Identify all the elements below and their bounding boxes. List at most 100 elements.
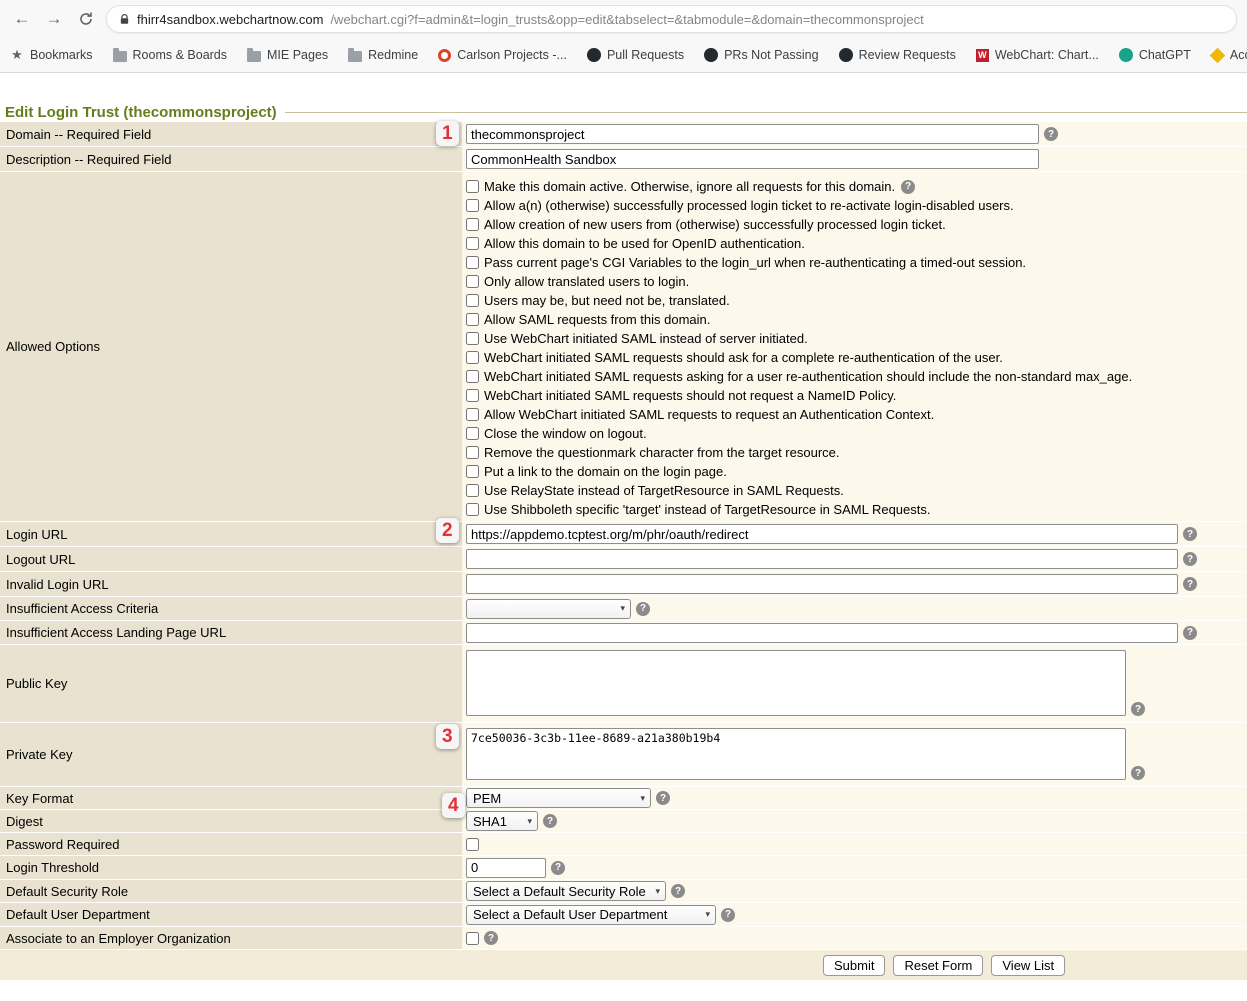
allowed-option-checkbox[interactable] [466, 218, 479, 231]
allowed-option-checkbox[interactable] [466, 237, 479, 250]
view-list-button[interactable]: View List [991, 955, 1065, 976]
field-label-domain: Domain -- Required Field [0, 122, 462, 147]
bookmark-item[interactable]: Pull Requests [587, 48, 684, 62]
help-icon[interactable] [1183, 552, 1197, 566]
bookmark-item[interactable]: Bookmarks [10, 48, 93, 62]
insufficient-access-landing-input[interactable] [466, 623, 1178, 643]
help-icon[interactable] [636, 602, 650, 616]
login-trust-form: Domain -- Required Field Description -- … [0, 122, 1247, 981]
default-user-department-select[interactable]: Select a Default User Department [466, 905, 716, 925]
private-key-textarea[interactable]: 7ce50036-3c3b-11ee-8689-a21a380b19b4 [466, 728, 1126, 780]
allowed-option-checkbox[interactable] [466, 351, 479, 364]
folder-icon [247, 51, 261, 62]
form-row-default-user-department: Default User Department Select a Default… [0, 903, 1247, 927]
bookmark-item[interactable]: Rooms & Boards [113, 48, 227, 62]
form-row-insufficient-access-criteria: Insufficient Access Criteria [0, 597, 1247, 621]
help-icon[interactable] [721, 908, 735, 922]
key-format-select[interactable]: PEM [466, 788, 651, 808]
default-user-department-value: Select a Default User Department [473, 907, 667, 922]
help-icon[interactable] [1183, 577, 1197, 591]
field-label-allowed-options: Allowed Options [0, 172, 462, 522]
allowed-option-checkbox[interactable] [466, 294, 479, 307]
login-url-input[interactable] [466, 524, 1178, 544]
browser-toolbar: fhirr4sandbox.webchartnow.com/webchart.c… [0, 0, 1247, 38]
help-icon[interactable] [551, 861, 565, 875]
bookmark-item[interactable]: Acc [1211, 48, 1247, 62]
bookmark-label: Acc [1230, 48, 1247, 62]
allowed-option-label: Allow SAML requests from this domain. [484, 312, 710, 327]
login-threshold-input[interactable] [466, 858, 546, 878]
annotation-marker-1: 1 [436, 121, 459, 146]
allowed-option-checkbox[interactable] [466, 180, 479, 193]
forward-icon[interactable] [42, 6, 66, 32]
bookmark-item[interactable]: Carlson Projects -... [438, 48, 567, 62]
public-key-textarea[interactable] [466, 650, 1126, 716]
allowed-option-checkbox[interactable] [466, 275, 479, 288]
annotation-marker-3: 3 [436, 724, 459, 749]
allowed-option-label: WebChart initiated SAML requests should … [484, 350, 1003, 365]
default-security-role-select[interactable]: Select a Default Security Role [466, 881, 666, 901]
bookmark-label: WebChart: Chart... [995, 48, 1099, 62]
field-label-invalid-login-url: Invalid Login URL [0, 572, 462, 597]
help-icon[interactable] [484, 931, 498, 945]
allowed-option-checkbox[interactable] [466, 370, 479, 383]
allowed-option: Use RelayState instead of TargetResource… [466, 481, 1247, 500]
allowed-option-checkbox[interactable] [466, 332, 479, 345]
help-icon[interactable] [543, 814, 557, 828]
bookmark-label: Redmine [368, 48, 418, 62]
chatgpt-icon [1119, 48, 1133, 62]
invalid-login-url-input[interactable] [466, 574, 1178, 594]
allowed-option-checkbox[interactable] [466, 199, 479, 212]
help-icon[interactable] [901, 180, 915, 194]
bookmark-item[interactable]: PRs Not Passing [704, 48, 818, 62]
help-icon[interactable] [1044, 127, 1058, 141]
allowed-option-checkbox[interactable] [466, 389, 479, 402]
bookmark-item[interactable]: MIE Pages [247, 48, 328, 62]
help-icon[interactable] [1131, 702, 1145, 716]
bookmark-item[interactable]: ChatGPT [1119, 48, 1191, 62]
reset-form-button[interactable]: Reset Form [893, 955, 983, 976]
bookmark-label: Pull Requests [607, 48, 684, 62]
submit-button[interactable]: Submit [823, 955, 885, 976]
back-icon[interactable] [10, 6, 34, 32]
digest-select[interactable]: SHA1 [466, 811, 538, 831]
allowed-option-checkbox[interactable] [466, 446, 479, 459]
bookmark-item[interactable]: WebChart: Chart... [976, 48, 1099, 62]
logout-url-input[interactable] [466, 549, 1178, 569]
allowed-option-checkbox[interactable] [466, 503, 479, 516]
address-bar[interactable]: fhirr4sandbox.webchartnow.com/webchart.c… [106, 5, 1237, 33]
allowed-option-label: Remove the questionmark character from t… [484, 445, 840, 460]
form-row-password-required: Password Required [0, 833, 1247, 856]
allowed-option-label: Allow this domain to be used for OpenID … [484, 236, 805, 251]
field-label-description: Description -- Required Field [0, 147, 462, 172]
help-icon[interactable] [656, 791, 670, 805]
page-title-bar: Edit Login Trust (thecommonsproject) [5, 102, 1247, 122]
help-icon[interactable] [1131, 766, 1145, 780]
chevron-down-icon [640, 794, 645, 803]
domain-input[interactable] [466, 124, 1039, 144]
allowed-option-checkbox[interactable] [466, 465, 479, 478]
allowed-option: WebChart initiated SAML requests asking … [466, 367, 1247, 386]
bookmark-item[interactable]: Review Requests [839, 48, 956, 62]
password-required-checkbox[interactable] [466, 838, 479, 851]
insufficient-access-criteria-select[interactable] [466, 599, 631, 619]
allowed-option-checkbox[interactable] [466, 427, 479, 440]
allowed-option-checkbox[interactable] [466, 484, 479, 497]
description-input[interactable] [466, 149, 1039, 169]
allowed-option-checkbox[interactable] [466, 256, 479, 269]
help-icon[interactable] [1183, 527, 1197, 541]
reload-icon[interactable] [74, 6, 98, 32]
lock-icon [119, 13, 130, 26]
bookmark-item[interactable]: Redmine [348, 48, 418, 62]
employer-org-checkbox[interactable] [466, 932, 479, 945]
bookmark-label: ChatGPT [1139, 48, 1191, 62]
allowed-option-label: Allow a(n) (otherwise) successfully proc… [484, 198, 1014, 213]
allowed-option-label: Put a link to the domain on the login pa… [484, 464, 727, 479]
chevron-down-icon [527, 817, 532, 826]
allowed-option-checkbox[interactable] [466, 313, 479, 326]
form-row-login-threshold: Login Threshold [0, 856, 1247, 880]
help-icon[interactable] [671, 884, 685, 898]
allowed-option-checkbox[interactable] [466, 408, 479, 421]
help-icon[interactable] [1183, 626, 1197, 640]
field-label-insufficient-access-landing: Insufficient Access Landing Page URL [0, 621, 462, 645]
